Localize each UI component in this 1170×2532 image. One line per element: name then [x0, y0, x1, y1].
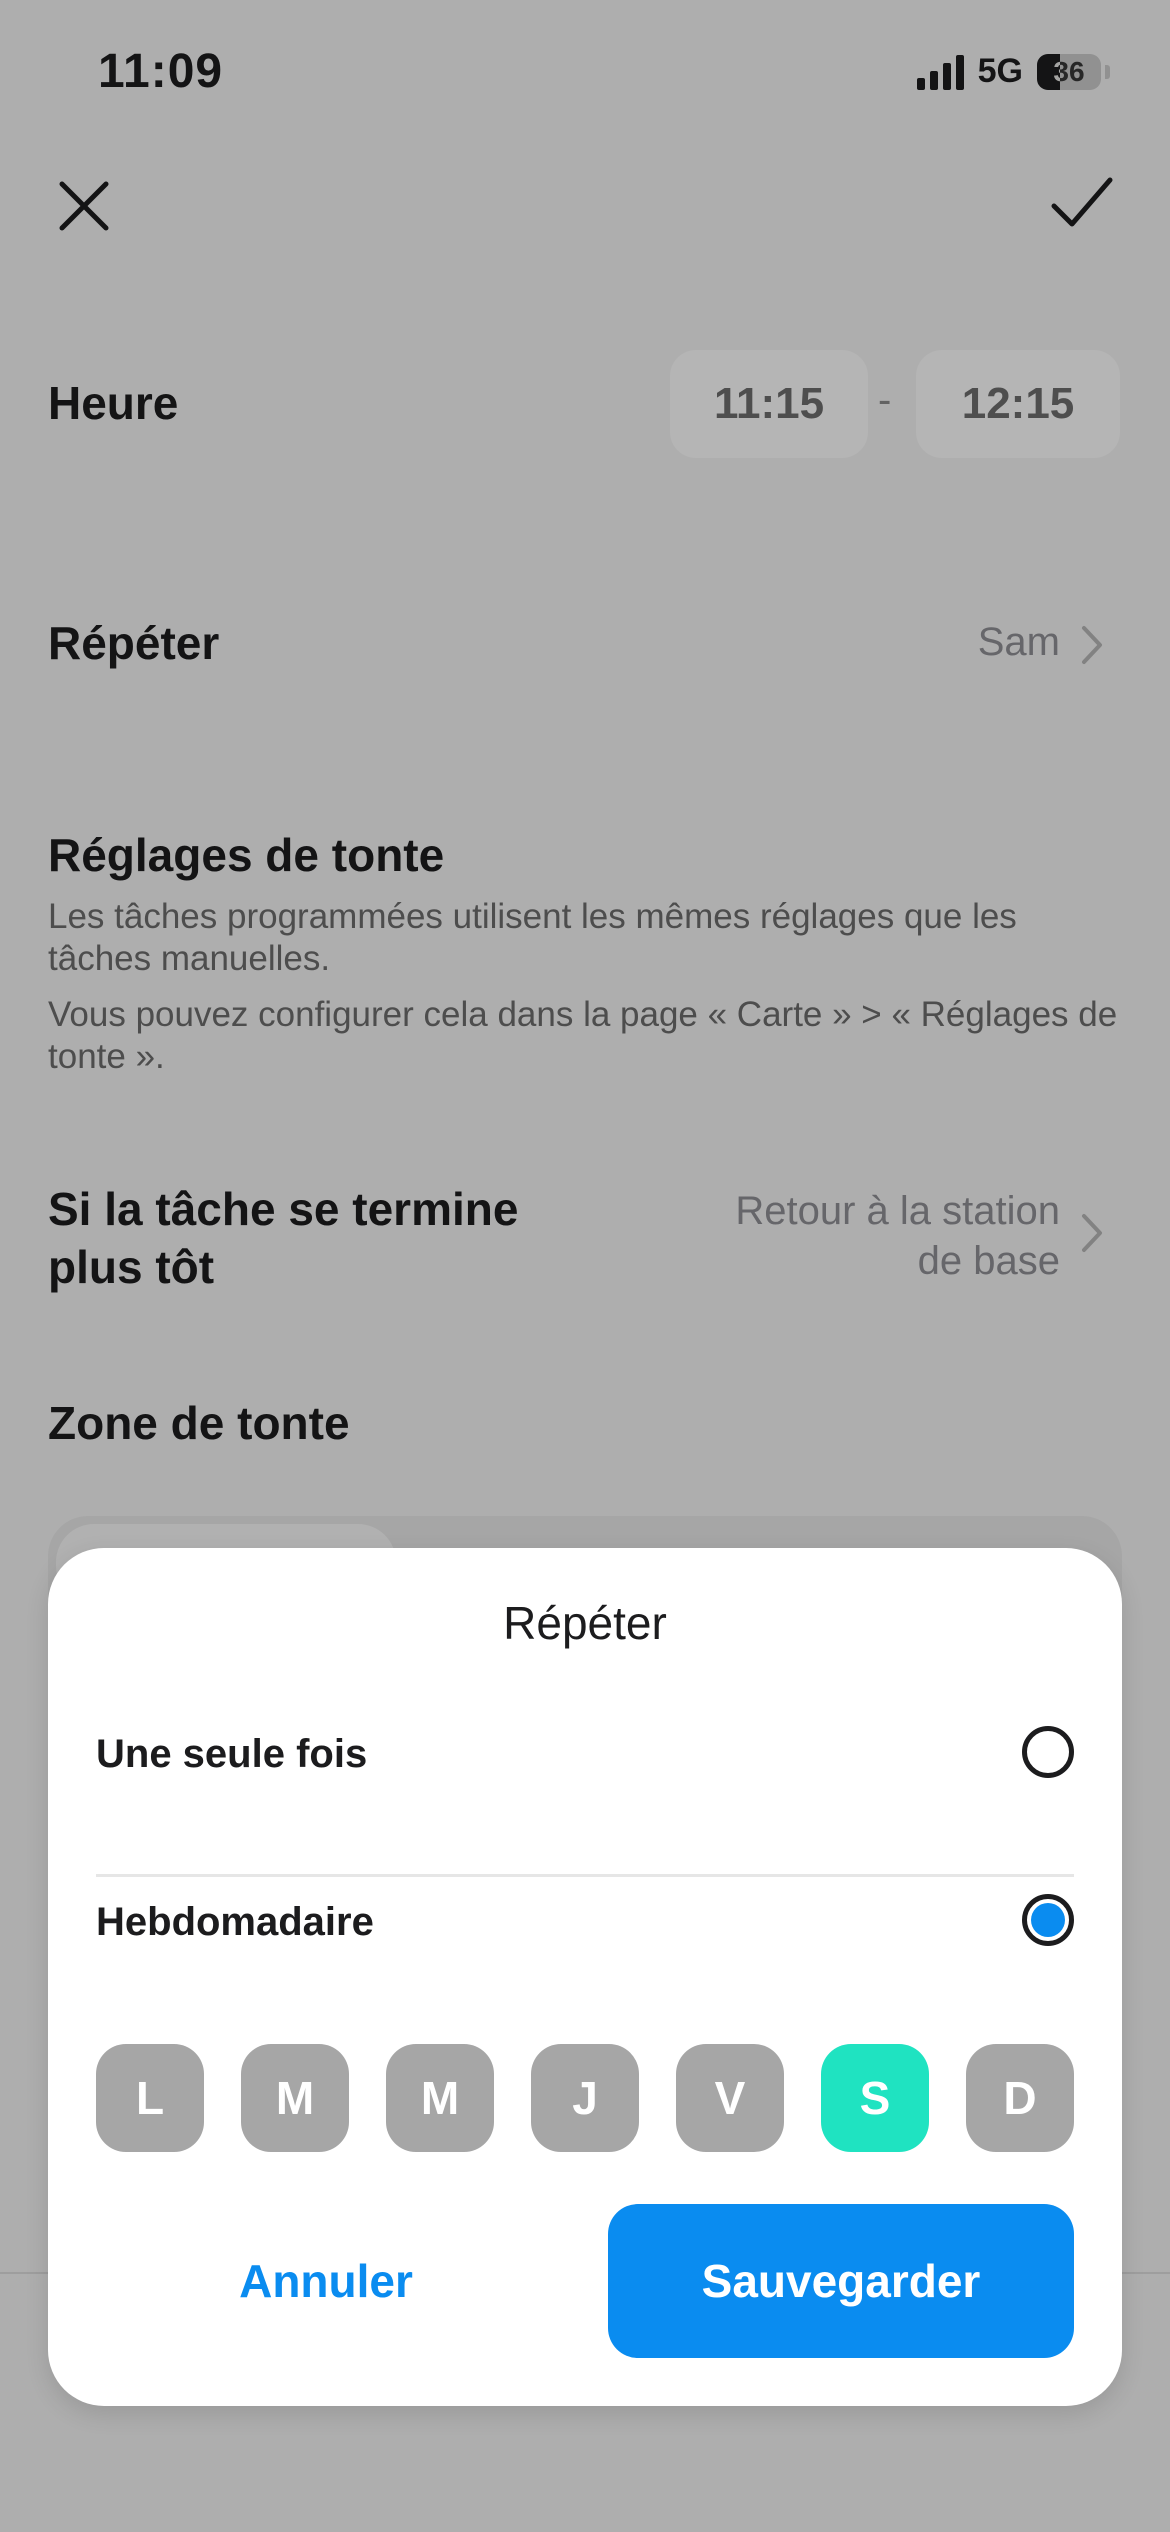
option-weekly[interactable]: Hebdomadaire [96, 1864, 1074, 1984]
day-toggle[interactable]: J [531, 2044, 639, 2152]
day-toggle[interactable]: S [821, 2044, 929, 2152]
day-toggle[interactable]: M [241, 2044, 349, 2152]
option-once-label: Une seule fois [96, 1732, 368, 1776]
day-toggle[interactable]: V [676, 2044, 784, 2152]
radio-unchecked-icon[interactable] [1022, 1726, 1074, 1778]
option-weekly-label: Hebdomadaire [96, 1900, 374, 1944]
repeat-sheet: Répéter Une seule fois Hebdomadaire L M … [48, 1548, 1122, 2406]
cancel-button[interactable]: Annuler [96, 2204, 556, 2358]
radio-checked-icon[interactable] [1022, 1894, 1074, 1946]
option-once[interactable]: Une seule fois [96, 1696, 1074, 1816]
day-toggle[interactable]: M [386, 2044, 494, 2152]
radio-dot [1031, 1903, 1065, 1937]
day-toggle[interactable]: L [96, 2044, 204, 2152]
weekday-selector: L M M J V S D [96, 2044, 1074, 2152]
day-toggle[interactable]: D [966, 2044, 1074, 2152]
sheet-title: Répéter [503, 1597, 667, 1649]
save-button[interactable]: Sauvegarder [608, 2204, 1074, 2358]
